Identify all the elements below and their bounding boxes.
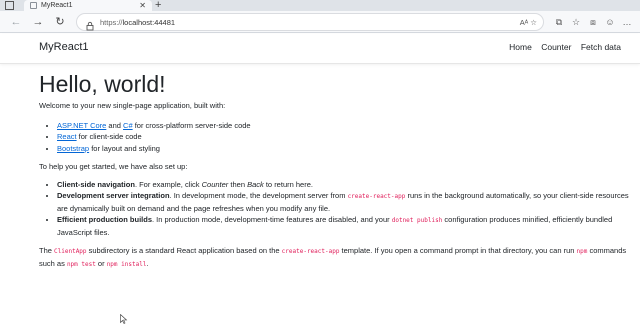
- reload-icon[interactable]: ↻: [52, 14, 68, 30]
- list-text: . In development mode, the development s…: [169, 191, 348, 200]
- para-text: or: [95, 258, 107, 268]
- tab-close-icon[interactable]: ✕: [139, 0, 146, 11]
- list-item: Client-side navigation. For example, cli…: [57, 179, 629, 191]
- address-bar[interactable]: https://localhost:44481 Aᴬ ☆: [76, 13, 544, 31]
- back-icon[interactable]: ←: [8, 14, 24, 30]
- new-tab-button[interactable]: +: [155, 0, 161, 11]
- inline-code: npm test: [66, 260, 96, 268]
- item-title: Development server integration: [57, 191, 170, 200]
- browser-toolbar: ← → ↻ https://localhost:44481 Aᴬ ☆ ⧉ ☆ ⧈…: [0, 11, 640, 33]
- inline-code: create-react-app: [347, 193, 406, 200]
- nav-counter-link[interactable]: Counter: [541, 42, 571, 52]
- list-text: to return here.: [263, 179, 313, 189]
- setup-intro-text: To help you get started, we have also se…: [39, 162, 188, 171]
- list-text: . In production mode, development-time f…: [152, 215, 392, 224]
- list-item: Efficient production builds. In producti…: [57, 214, 629, 238]
- list-emphasis: Back: [247, 179, 264, 189]
- nav-links: Home Counter Fetch data: [502, 42, 621, 52]
- split-screen-icon[interactable]: ⧉: [552, 14, 566, 30]
- list-text: for layout and styling: [89, 143, 160, 153]
- inline-code: npm install: [106, 260, 147, 268]
- favorites-icon[interactable]: ☆: [569, 14, 583, 30]
- para-text: .: [146, 258, 149, 268]
- app-brand[interactable]: MyReact1: [39, 41, 89, 53]
- para-text: The: [39, 246, 55, 255]
- list-item: ASP.NET Core and C# for cross-platform s…: [57, 120, 629, 132]
- collections-icon[interactable]: ⧈: [586, 14, 600, 30]
- address-url[interactable]: https://localhost:44481: [100, 14, 175, 31]
- read-aloud-favorite-icons[interactable]: Aᴬ ☆: [520, 14, 537, 31]
- aspnet-core-link[interactable]: ASP.NET Core: [57, 121, 106, 130]
- list-emphasis: Counter: [201, 179, 229, 189]
- csharp-link[interactable]: C#: [123, 121, 133, 130]
- list-text: for cross-platform server-side code: [132, 120, 251, 130]
- profile-icon[interactable]: ☺: [603, 14, 617, 30]
- window-menu-icon[interactable]: [4, 0, 16, 11]
- para-text: subdirectory is a standard React applica…: [86, 246, 282, 255]
- intro-text: Welcome to your new single-page applicat…: [39, 101, 226, 110]
- item-title: Client-side navigation: [57, 179, 135, 189]
- bootstrap-link[interactable]: Bootstrap: [57, 144, 89, 153]
- list-item: React for client-side code: [57, 131, 629, 143]
- inline-code: ClientApp: [54, 248, 87, 255]
- browser-tab[interactable]: MyReact1 ✕: [24, 0, 152, 11]
- forward-icon[interactable]: →: [30, 14, 46, 30]
- list-text: then: [228, 179, 248, 189]
- para-text: template. If you open a command prompt i…: [339, 246, 577, 255]
- lock-icon[interactable]: [85, 18, 95, 31]
- tab-title: MyReact1: [41, 2, 73, 9]
- list-text: . For example, click: [134, 179, 202, 189]
- footer-paragraph: The ClientApp subdirectory is a standard…: [39, 245, 629, 270]
- list-item: Development server integration. In devel…: [57, 190, 629, 214]
- inline-code: create-react-app: [281, 248, 340, 255]
- page-favicon-icon: [30, 2, 37, 9]
- browser-tab-strip: MyReact1 ✕ +: [0, 0, 640, 11]
- nav-fetch-data-link[interactable]: Fetch data: [581, 42, 621, 52]
- page-heading: Hello, world!: [39, 71, 166, 97]
- nav-home-link[interactable]: Home: [509, 42, 532, 52]
- setup-list: Client-side navigation. For example, cli…: [57, 179, 629, 239]
- built-with-list: ASP.NET Core and C# for cross-platform s…: [57, 120, 629, 155]
- react-link[interactable]: React: [57, 132, 77, 141]
- inline-code: dotnet publish: [391, 217, 443, 224]
- main-content: Hello, world! Welcome to your new single…: [39, 70, 629, 270]
- inline-code: npm: [576, 248, 588, 255]
- item-title: Efficient production builds: [57, 215, 152, 224]
- list-item: Bootstrap for layout and styling: [57, 143, 629, 155]
- app-navbar: MyReact1 Home Counter Fetch data: [0, 34, 640, 64]
- more-icon[interactable]: …: [620, 14, 634, 30]
- list-text: for client-side code: [76, 132, 142, 141]
- mouse-cursor-icon: [120, 314, 128, 324]
- list-text: and: [106, 120, 124, 130]
